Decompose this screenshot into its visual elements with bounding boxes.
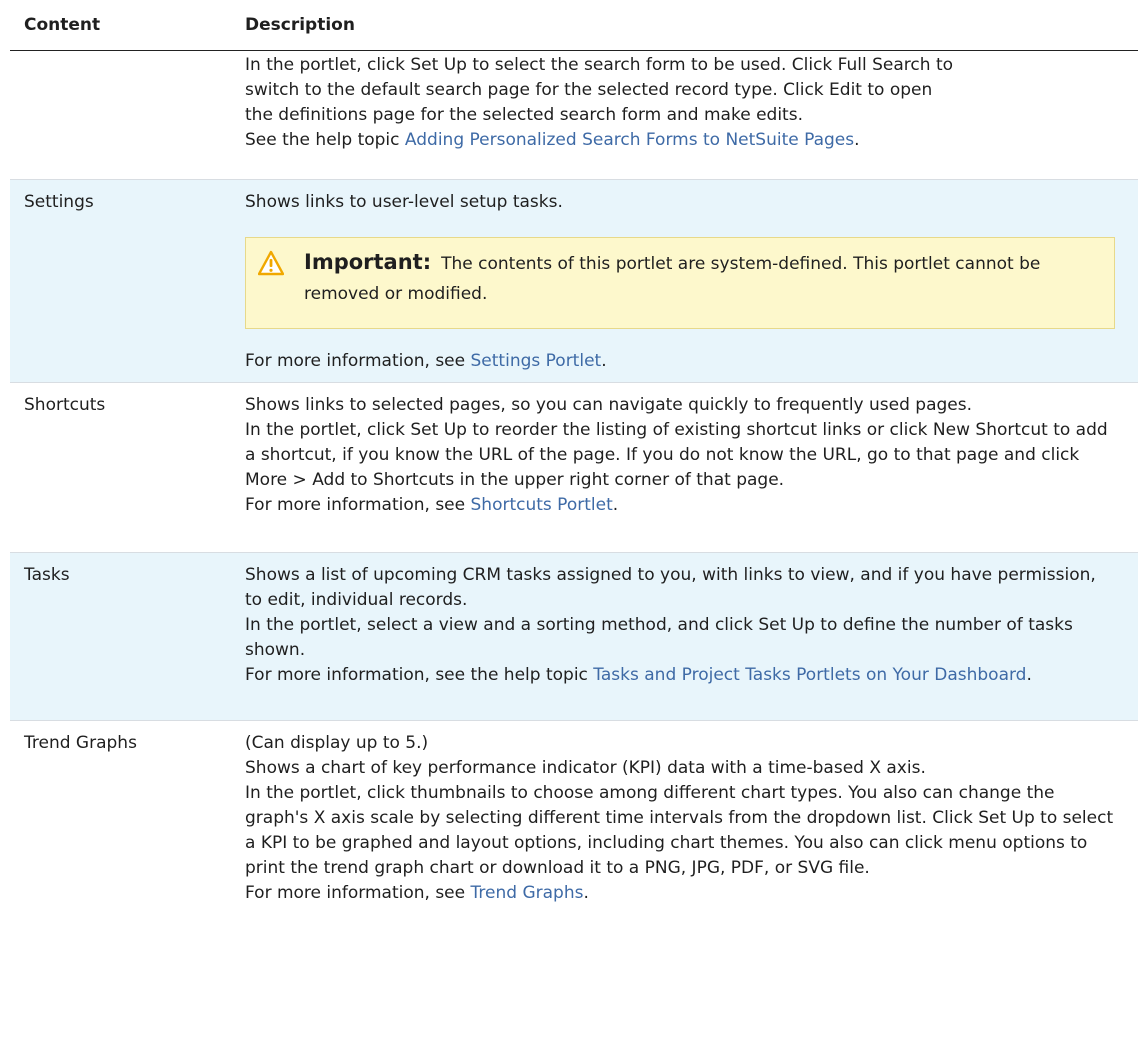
- table-row-trend-graphs: Trend Graphs (Can display up to 5.) Show…: [10, 721, 1138, 1041]
- row-text: See the help topic Adding Personalized S…: [245, 130, 860, 150]
- row-text: In the portlet, click thumbnails to choo…: [245, 783, 1114, 878]
- row-name: Shortcuts: [24, 395, 106, 415]
- row-description: Shows links to user-level setup tasks. I…: [245, 180, 1138, 382]
- note-text: Important: The contents of this portlet a…: [304, 250, 1041, 304]
- row-text: For more information, see Trend Graphs.: [245, 883, 589, 903]
- settings-portlet-link[interactable]: Settings Portlet: [471, 351, 602, 371]
- row-text: For more information, see the help topic…: [245, 665, 1032, 685]
- help-link[interactable]: Adding Personalized Search Forms to NetS…: [405, 130, 854, 150]
- row-description: Shows links to selected pages, so you ca…: [245, 383, 1138, 552]
- row-text: the definitions page for the selected se…: [245, 105, 803, 125]
- row-text: Shows links to selected pages, so you ca…: [245, 395, 973, 415]
- table-header: Content Description: [10, 0, 1138, 51]
- shortcuts-portlet-link[interactable]: Shortcuts Portlet: [471, 495, 613, 515]
- tasks-portlets-link[interactable]: Tasks and Project Tasks Portlets on Your…: [593, 665, 1026, 685]
- portlet-table: Content Description In the portlet, clic…: [10, 0, 1138, 1041]
- row-name: [10, 51, 245, 179]
- table-row-shortcuts: Shortcuts Shows links to selected pages,…: [10, 383, 1138, 553]
- row-text: Shows links to user-level setup tasks.: [245, 192, 563, 212]
- row-text: (Can display up to 5.): [245, 733, 429, 753]
- row-description: Shows a list of upcoming CRM tasks assig…: [245, 553, 1138, 720]
- warning-icon: [258, 250, 284, 276]
- row-text: Shows a list of upcoming CRM tasks assig…: [245, 565, 1096, 610]
- note-label: Important:: [304, 250, 432, 274]
- row-name: Settings: [24, 192, 94, 212]
- row-text: For more information, see Shortcuts Port…: [245, 495, 619, 515]
- table-row-settings: Settings Shows links to user-level setup…: [10, 180, 1138, 383]
- row-description: In the portlet, click Set Up to select t…: [245, 51, 1138, 179]
- row-text: Shows a chart of key performance indicat…: [245, 758, 926, 778]
- row-text: In the portlet, select a view and a sort…: [245, 615, 1073, 660]
- header-content: Content: [24, 15, 101, 35]
- row-name: Trend Graphs: [24, 733, 137, 753]
- table-row: In the portlet, click Set Up to select t…: [10, 51, 1138, 180]
- header-description: Description: [245, 15, 355, 35]
- row-description: (Can display up to 5.) Shows a chart of …: [245, 721, 1138, 1041]
- row-text: In the portlet, click Set Up to select t…: [245, 55, 954, 75]
- trend-graphs-link[interactable]: Trend Graphs: [471, 883, 584, 903]
- important-note: Important: The contents of this portlet a…: [245, 237, 1115, 329]
- table-row-tasks: Tasks Shows a list of upcoming CRM tasks…: [10, 553, 1138, 721]
- row-text: In the portlet, click Set Up to reorder …: [245, 420, 1108, 490]
- row-text: For more information, see Settings Portl…: [245, 351, 607, 371]
- row-text: switch to the default search page for th…: [245, 80, 933, 100]
- row-name: Tasks: [24, 565, 70, 585]
